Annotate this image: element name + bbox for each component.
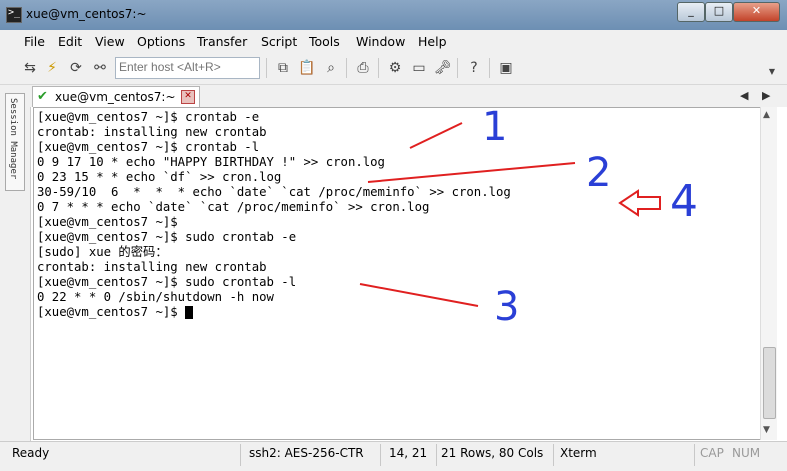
status-cursor-position: 14, 21	[389, 446, 428, 460]
terminal-line: 0 23 15 * * echo `df` >> cron.log	[37, 170, 282, 184]
terminal-line: [sudo] xue 的密码：	[37, 245, 168, 259]
maximize-button[interactable]: □	[705, 2, 733, 22]
terminal-area[interactable]: [xue@vm_centos7 ~]$ crontab -e crontab: …	[33, 107, 762, 440]
find-icon[interactable]: ⌕	[323, 60, 339, 76]
terminal-line: crontab: installing new crontab	[37, 260, 267, 274]
copy-icon[interactable]: ⧉	[275, 60, 291, 76]
terminal-line: 30-59/10 6 * * * echo `date` `cat /proc/…	[37, 185, 511, 199]
paste-icon[interactable]: 📋	[298, 60, 315, 76]
terminal-line: crontab: installing new crontab	[37, 125, 267, 139]
terminal-scrollbar[interactable]: ▲ ▼	[760, 107, 777, 440]
status-terminal-type: Xterm	[560, 446, 597, 460]
session-manager-tab[interactable]: Session Manager	[5, 93, 25, 191]
session-manager-label: Session Manager	[8, 98, 18, 180]
status-divider	[240, 444, 241, 466]
reconnect-icon[interactable]: ⟳	[68, 60, 84, 76]
terminal-line: [xue@vm_centos7 ~]$ crontab -l	[37, 140, 260, 154]
menu-bar: File Edit View Options Transfer Script T…	[0, 30, 787, 52]
status-divider	[553, 444, 554, 466]
window-title: xue@vm_centos7:~	[26, 7, 147, 21]
status-caps-lock: CAP	[700, 446, 724, 460]
tab-strip: ✔ xue@vm_centos7:~ ✕ ◀ ▶	[30, 85, 787, 107]
terminal-line: 0 22 * * 0 /sbin/shutdown -h now	[37, 290, 274, 304]
session-manager-sidebar: Session Manager	[0, 85, 31, 445]
terminal-cursor	[185, 306, 194, 319]
quick-connect-icon[interactable]: ⚡	[44, 60, 60, 76]
keymap-icon[interactable]: ▭	[411, 60, 427, 76]
terminal-line: [xue@vm_centos7 ~]$	[37, 215, 178, 229]
status-divider	[436, 444, 437, 466]
status-num-lock: NUM	[732, 446, 761, 460]
menu-view[interactable]: View	[95, 34, 125, 49]
scroll-up-icon[interactable]: ▲	[763, 110, 770, 120]
terminal-output: [xue@vm_centos7 ~]$ crontab -e crontab: …	[34, 108, 761, 320]
status-ready: Ready	[12, 446, 50, 460]
tab-scroll-right-icon[interactable]: ▶	[762, 89, 770, 102]
menu-window[interactable]: Window	[356, 34, 405, 49]
toolbar-separator	[346, 58, 347, 78]
terminal-prompt: [xue@vm_centos7 ~]$	[37, 305, 186, 319]
menu-options[interactable]: Options	[137, 34, 185, 49]
disconnect-icon[interactable]: ⚯	[92, 60, 108, 76]
tab-label: xue@vm_centos7:~	[55, 90, 176, 104]
terminal-line: [xue@vm_centos7 ~]$ sudo crontab -l	[37, 275, 297, 289]
status-divider	[694, 444, 695, 466]
menu-edit[interactable]: Edit	[58, 34, 82, 49]
tab-scroll-left-icon[interactable]: ◀	[740, 89, 748, 102]
minimize-button[interactable]: _	[677, 2, 705, 22]
connect-icon[interactable]: ⇆	[22, 60, 38, 76]
tab-session[interactable]: ✔ xue@vm_centos7:~ ✕	[32, 86, 200, 107]
toolbar-separator	[457, 58, 458, 78]
menu-help[interactable]: Help	[418, 34, 447, 49]
status-terminal-size: 21 Rows, 80 Cols	[441, 446, 544, 460]
scrollbar-thumb[interactable]	[763, 347, 776, 419]
menu-file[interactable]: File	[24, 34, 45, 49]
help-icon[interactable]: ?	[466, 60, 482, 76]
tab-close-icon[interactable]: ✕	[181, 90, 195, 104]
terminal-line: [xue@vm_centos7 ~]$ crontab -e	[37, 110, 260, 124]
menu-tools[interactable]: Tools	[309, 34, 340, 49]
host-box	[115, 57, 260, 79]
screenshot-icon[interactable]: ▣	[498, 60, 514, 76]
toolbar-separator	[489, 58, 490, 78]
key-icon[interactable]: 🗝	[434, 60, 452, 76]
toolbar: ⇆ ⚡ ⟳ ⚯ ⧉ 📋 ⌕ ⎙ ⚙ ▭ 🗝 ? ▣ ▼	[0, 52, 787, 85]
print-icon[interactable]: ⎙	[355, 60, 371, 76]
menu-transfer[interactable]: Transfer	[197, 34, 247, 49]
toolbar-overflow-icon[interactable]: ▼	[764, 64, 780, 80]
terminal-line: 0 9 17 10 * echo "HAPPY BIRTHDAY !" >> c…	[37, 155, 385, 169]
title-bar: xue@vm_centos7:~ _ □ ✕	[0, 0, 787, 30]
status-divider	[380, 444, 381, 466]
settings-gear-icon[interactable]: ⚙	[387, 60, 403, 76]
status-cipher: ssh2: AES-256-CTR	[249, 446, 364, 460]
status-bar: Ready ssh2: AES-256-CTR 14, 21 21 Rows, …	[0, 441, 787, 471]
toolbar-separator	[378, 58, 379, 78]
toolbar-separator	[266, 58, 267, 78]
host-input[interactable]	[116, 58, 257, 76]
scroll-down-icon[interactable]: ▼	[763, 425, 770, 435]
menu-script[interactable]: Script	[261, 34, 297, 49]
terminal-line: [xue@vm_centos7 ~]$ sudo crontab -e	[37, 230, 297, 244]
close-button[interactable]: ✕	[733, 2, 780, 22]
terminal-app-icon	[6, 7, 22, 23]
connected-check-icon: ✔	[37, 89, 48, 104]
terminal-line: 0 7 * * * echo `date` `cat /proc/meminfo…	[37, 200, 430, 214]
